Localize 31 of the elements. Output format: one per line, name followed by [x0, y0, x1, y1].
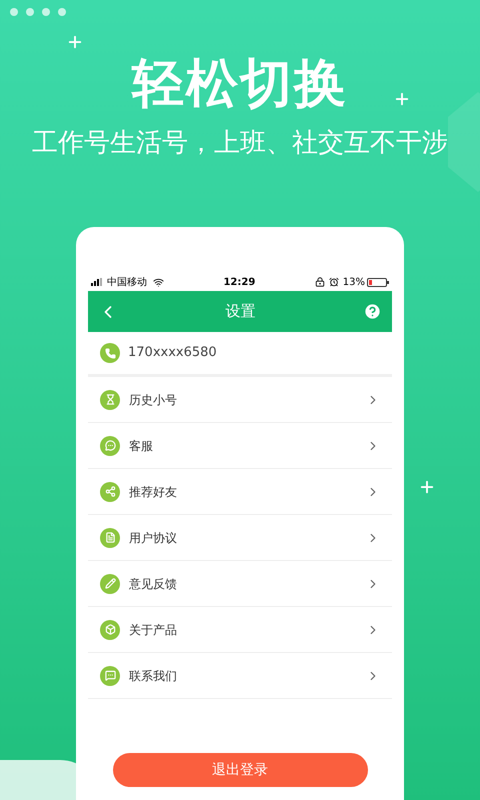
page-title: 设置	[224, 301, 256, 322]
menu-label: 客服	[129, 438, 154, 454]
hourglass-icon	[100, 390, 120, 410]
menu-label: 推荐好友	[129, 484, 178, 500]
phone-icon	[100, 343, 120, 363]
signal-icon	[91, 278, 105, 286]
menu-label: 联系我们	[129, 668, 178, 684]
time-text: 12:29	[223, 276, 256, 290]
message-icon	[100, 666, 120, 686]
lock-icon	[314, 277, 325, 287]
subtitle: 工作号生活号，上班、社交互不干涉	[32, 127, 448, 160]
alarm-icon	[328, 277, 339, 287]
menu-label: 用户协议	[129, 530, 178, 546]
cube-icon	[100, 620, 120, 640]
battery-icon	[366, 278, 389, 286]
sparkle-icon	[393, 90, 411, 108]
menu-label: 历史小号	[129, 392, 178, 408]
share-icon	[100, 482, 120, 502]
chat-bubble-icon	[100, 436, 120, 456]
document-icon	[100, 528, 120, 548]
pencil-icon	[100, 574, 120, 594]
battery-text: 13%	[342, 276, 365, 290]
wifi-icon	[153, 276, 164, 288]
carrier-text: 中国移动	[107, 276, 147, 290]
sparkle-icon	[66, 33, 84, 51]
menu-label: 意见反馈	[129, 576, 178, 592]
menu-label: 关于产品	[129, 622, 178, 638]
phone-number: 170xxxx6580	[128, 344, 217, 362]
sparkle-icon	[418, 478, 436, 496]
headline: 轻松切换	[132, 53, 348, 116]
help-icon[interactable]	[363, 302, 382, 321]
